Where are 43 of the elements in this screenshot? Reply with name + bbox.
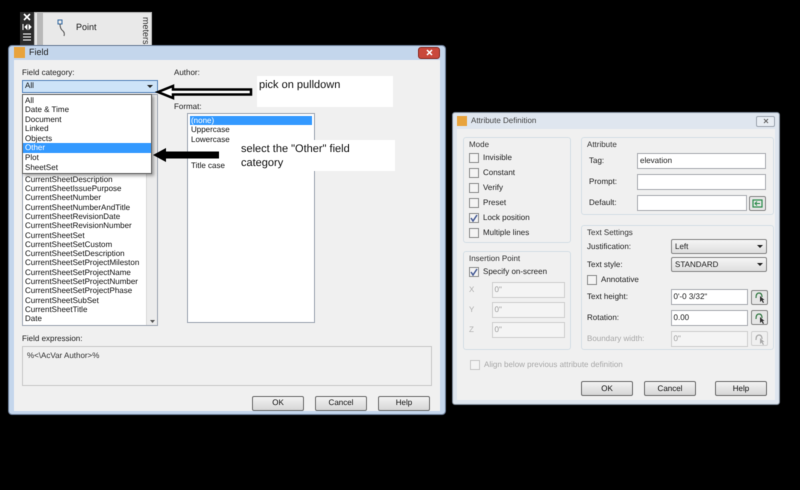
field-label: Justification: — [587, 240, 632, 253]
dropdown-value: Left — [675, 240, 690, 253]
checkbox-label: Specify on-screen — [483, 266, 548, 278]
checkbox-label: Annotative — [601, 274, 639, 286]
field-label: Prompt: — [588, 176, 618, 188]
field-label: Y — [469, 304, 476, 316]
field-label: Default: — [588, 197, 618, 210]
field-label: Author: — [174, 66, 201, 78]
group-label: Mode — [469, 139, 490, 150]
field-label: Boundary width: — [587, 332, 646, 345]
field-label: X — [469, 284, 476, 296]
window-title: Field — [29, 46, 50, 59]
group-label: Insertion Point — [469, 253, 522, 264]
dropdown-value: STANDARD — [675, 258, 720, 271]
field-value: 0" — [494, 284, 502, 296]
field-value: 0" — [494, 324, 502, 336]
field-value: 0" — [494, 304, 502, 316]
field-label: Text height: — [587, 291, 629, 304]
callout-text: pick on pulldown — [259, 79, 342, 92]
field-value: 0.00 — [674, 312, 690, 324]
field-value: 0" — [674, 332, 681, 345]
field-label: Z — [469, 324, 475, 336]
dropdown-value: All — [25, 80, 35, 92]
field-label: Format: — [174, 100, 203, 112]
expression-text: %<\AcVar Author>% — [27, 350, 100, 362]
checkbox-label: Lock position — [483, 212, 530, 224]
field-label: Tag: — [588, 154, 606, 167]
window-title: Attribute Definition — [471, 115, 538, 127]
field-label: Text style: — [587, 258, 624, 271]
checkbox-label: Verify — [483, 182, 504, 194]
field-value: 0'-0 3/32" — [674, 291, 708, 304]
checkbox-label: Multiple lines — [483, 226, 530, 238]
field-label: Field category: — [22, 66, 76, 78]
group-label: Attribute — [587, 139, 618, 150]
checkbox-label: Align below previous attribute definition — [484, 359, 623, 371]
field-label: Rotation: — [587, 312, 620, 324]
checkbox-label: Constant — [483, 166, 516, 178]
callout-text: select the "Other" field category — [241, 142, 351, 170]
checkbox-label: Preset — [483, 196, 506, 208]
field-value: elevation — [640, 154, 672, 167]
group-label: Text Settings — [587, 227, 634, 238]
field-label: Field expression: — [22, 332, 84, 344]
checkbox-label: Invisible — [483, 152, 512, 164]
